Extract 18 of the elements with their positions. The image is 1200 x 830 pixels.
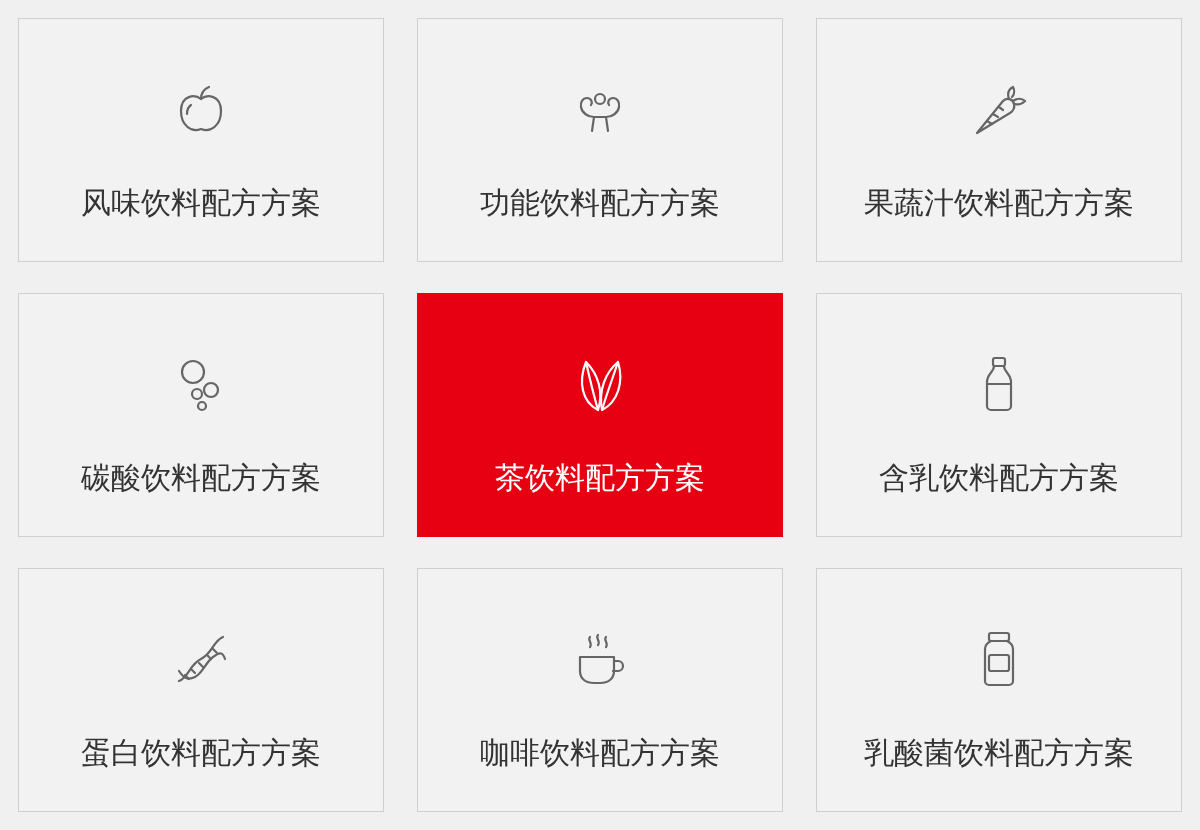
card-label: 碳酸饮料配方方案 bbox=[81, 460, 321, 496]
card-label: 功能饮料配方方案 bbox=[480, 185, 720, 221]
solution-card[interactable]: 含乳饮料配方方案 bbox=[816, 293, 1182, 537]
card-label: 咖啡饮料配方方案 bbox=[480, 735, 720, 771]
solution-card[interactable]: 功能饮料配方方案 bbox=[417, 18, 783, 262]
card-label: 蛋白饮料配方方案 bbox=[81, 735, 321, 771]
card-label: 风味饮料配方方案 bbox=[81, 185, 321, 221]
solution-card[interactable]: 果蔬汁饮料配方方案 bbox=[816, 18, 1182, 262]
solution-card[interactable]: 茶饮料配方方案 bbox=[417, 293, 783, 537]
solution-card[interactable]: 蛋白饮料配方方案 bbox=[18, 568, 384, 812]
card-label: 乳酸菌饮料配方方案 bbox=[864, 735, 1134, 771]
card-label: 含乳饮料配方方案 bbox=[879, 460, 1119, 496]
solution-card[interactable]: 咖啡饮料配方方案 bbox=[417, 568, 783, 812]
solution-card[interactable]: 风味饮料配方方案 bbox=[18, 18, 384, 262]
card-label: 茶饮料配方方案 bbox=[495, 460, 705, 496]
solution-card[interactable]: 碳酸饮料配方方案 bbox=[18, 293, 384, 537]
solution-card[interactable]: 乳酸菌饮料配方方案 bbox=[816, 568, 1182, 812]
card-label: 果蔬汁饮料配方方案 bbox=[864, 185, 1134, 221]
